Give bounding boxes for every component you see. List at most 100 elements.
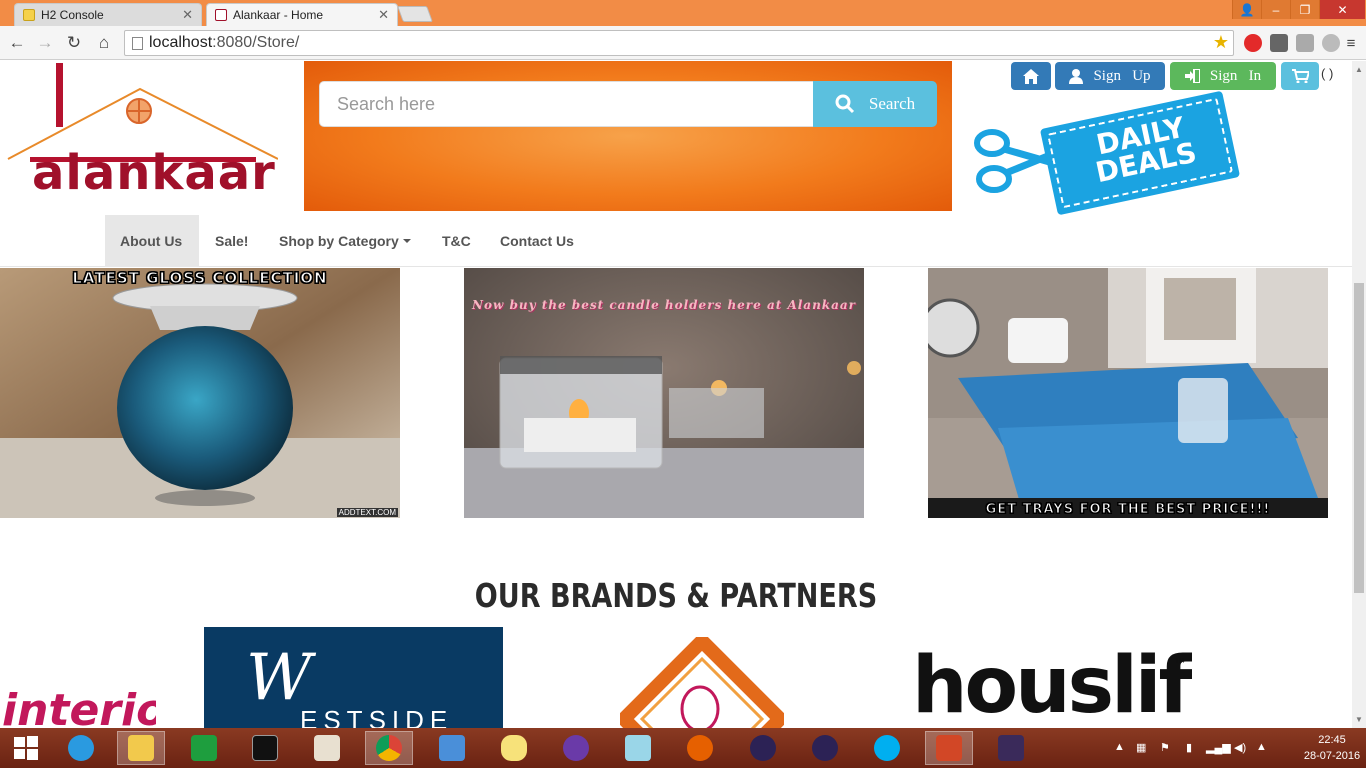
powerpoint-icon[interactable] — [925, 731, 973, 765]
promo-caption: Now buy the best candle holders here at … — [471, 298, 856, 312]
user-icon — [1069, 68, 1084, 84]
close-tab-icon[interactable]: ✕ — [182, 7, 193, 23]
page-icon — [132, 37, 143, 50]
search-placeholder: Search here — [337, 93, 436, 114]
home-icon — [1023, 68, 1039, 84]
trademark: ™ — [1174, 657, 1185, 669]
nav-contact-us[interactable]: Contact Us — [485, 215, 589, 267]
network-app-icon[interactable]: ▦ — [1136, 741, 1146, 754]
tab-h2-console[interactable]: H2 Console ✕ — [14, 3, 202, 26]
battery-icon[interactable]: ▮ — [1186, 741, 1192, 754]
promo-trays[interactable]: GET TRAYS FOR THE BEST PRICE!!! — [928, 268, 1328, 518]
page-scrollbar[interactable]: ▲ ▼ — [1352, 61, 1366, 728]
eclipse-icon[interactable] — [801, 731, 849, 765]
back-arrow-icon[interactable]: ← — [6, 32, 28, 54]
windows-logo-icon — [14, 736, 38, 760]
signal-icon[interactable]: ▂▄▆ — [1206, 741, 1231, 754]
logo-wordmark: alankaar — [32, 145, 276, 201]
nav-about-us[interactable]: About Us — [105, 215, 199, 267]
trays-image — [928, 268, 1328, 518]
deals-tag: DAILY DEALS — [1039, 90, 1241, 216]
extension-icon[interactable] — [1270, 34, 1288, 52]
sign-in-label: Sign In — [1209, 67, 1262, 84]
close-tab-icon[interactable]: ✕ — [378, 7, 389, 23]
internet-explorer-icon[interactable] — [57, 731, 105, 765]
firefox-icon[interactable] — [676, 731, 724, 765]
brand-text: ESTSIDE — [300, 705, 454, 728]
remote-desktop-icon[interactable] — [428, 731, 476, 765]
promo-gloss-collection[interactable]: LATEST GLOSS COLLECTION ADDTEXT.COM — [0, 268, 400, 518]
daily-deals-badge[interactable]: DAILY DEALS — [972, 90, 1241, 216]
tab-alankaar-home[interactable]: Alankaar - Home ✕ — [206, 3, 398, 26]
new-tab-button[interactable] — [397, 6, 433, 22]
nav-label: Shop by Category — [279, 233, 399, 249]
sign-up-button[interactable]: Sign Up — [1055, 62, 1165, 90]
login-icon — [1184, 69, 1200, 83]
url-path: :8080/Store/ — [212, 34, 300, 51]
notepad-icon[interactable] — [614, 731, 662, 765]
home-button[interactable] — [1011, 62, 1051, 90]
nav-shop-by-category[interactable]: Shop by Category — [264, 215, 426, 267]
close-window-button[interactable]: ✕ — [1319, 0, 1365, 19]
menu-icon[interactable]: ≡ — [1340, 32, 1362, 54]
search-button[interactable]: Search — [813, 81, 937, 127]
eclipse-icon[interactable] — [739, 731, 787, 765]
promo-caption: GET TRAYS FOR THE BEST PRICE!!! — [985, 502, 1271, 518]
bookmark-star-icon[interactable]: ★ — [1213, 32, 1229, 53]
google-drive-icon[interactable]: ▲ — [1256, 741, 1267, 753]
brand-logo-houslife[interactable]: houslife ™ — [912, 647, 1192, 728]
brand-logo-interio[interactable]: interio — [0, 681, 156, 728]
nav-label: T&C — [442, 233, 471, 249]
tab-label: H2 Console — [41, 8, 104, 22]
chrome-icon[interactable] — [365, 731, 413, 765]
url-host: localhost — [149, 34, 213, 51]
brand-logo-westside[interactable]: W ESTSIDE — [204, 627, 503, 728]
alankaar-logo[interactable]: alankaar — [6, 63, 279, 201]
clock-time: 22:45 — [1318, 734, 1346, 746]
restore-button[interactable]: ❐ — [1290, 0, 1319, 19]
extension-icon[interactable] — [1296, 34, 1314, 52]
start-button[interactable] — [2, 731, 50, 765]
file-explorer-icon[interactable] — [117, 731, 165, 765]
show-hidden-icons-icon[interactable]: ▲ — [1114, 741, 1125, 753]
nav-label: About Us — [120, 233, 183, 249]
brand-logo-emblem[interactable] — [620, 637, 784, 728]
windows-taskbar: ▲ ▦ ⚑ ▮ ▂▄▆ ◀) ▲ 22:45 28-07-2016 — [0, 728, 1366, 768]
search-input[interactable]: Search here — [319, 81, 814, 127]
sign-in-button[interactable]: Sign In — [1170, 62, 1276, 90]
promo-candle-holders[interactable]: Now buy the best candle holders here at … — [464, 268, 864, 518]
reload-icon[interactable]: ↻ — [63, 32, 85, 54]
search-icon — [835, 94, 854, 114]
scroll-thumb[interactable] — [1354, 283, 1364, 593]
command-prompt-icon[interactable] — [241, 731, 289, 765]
java-ee-ide-icon[interactable] — [987, 731, 1035, 765]
database-icon[interactable] — [490, 731, 538, 765]
book-icon[interactable] — [303, 731, 351, 765]
flag-icon[interactable]: ⚑ — [1160, 741, 1170, 754]
web-page: alankaar Search here Search Sign Up Sign… — [0, 61, 1352, 728]
volume-icon[interactable]: ◀) — [1234, 741, 1246, 754]
user-icon[interactable]: 👤 — [1232, 0, 1261, 19]
nav-terms[interactable]: T&C — [427, 215, 486, 267]
opera-extension-icon[interactable] — [1244, 34, 1262, 52]
alankaar-favicon-icon — [215, 9, 227, 21]
scroll-down-arrow-icon[interactable]: ▼ — [1355, 715, 1363, 724]
url-field[interactable]: localhost:8080/Store/ ★ — [124, 30, 1234, 56]
cat-app-icon[interactable] — [552, 731, 600, 765]
nav-label: Sale! — [215, 233, 249, 249]
minimize-button[interactable]: – — [1261, 0, 1290, 19]
extension-icon[interactable] — [1322, 34, 1340, 52]
home-icon[interactable]: ⌂ — [93, 32, 115, 54]
cart-button[interactable] — [1281, 62, 1319, 90]
h2-favicon-icon — [23, 9, 35, 21]
nav-label: Contact Us — [500, 233, 574, 249]
brand-text: houslife — [912, 647, 1192, 728]
window-controls: 👤 – ❐ ✕ — [1232, 0, 1365, 19]
forward-arrow-icon[interactable]: → — [34, 32, 56, 54]
skype-icon[interactable] — [863, 731, 911, 765]
scroll-up-arrow-icon[interactable]: ▲ — [1355, 65, 1363, 74]
nav-sale[interactable]: Sale! — [200, 215, 263, 267]
store-icon[interactable] — [180, 731, 228, 765]
browser-tab-strip: H2 Console ✕ Alankaar - Home ✕ 👤 – ❐ ✕ — [0, 0, 1366, 26]
clock[interactable]: 22:45 28-07-2016 — [1300, 732, 1364, 764]
